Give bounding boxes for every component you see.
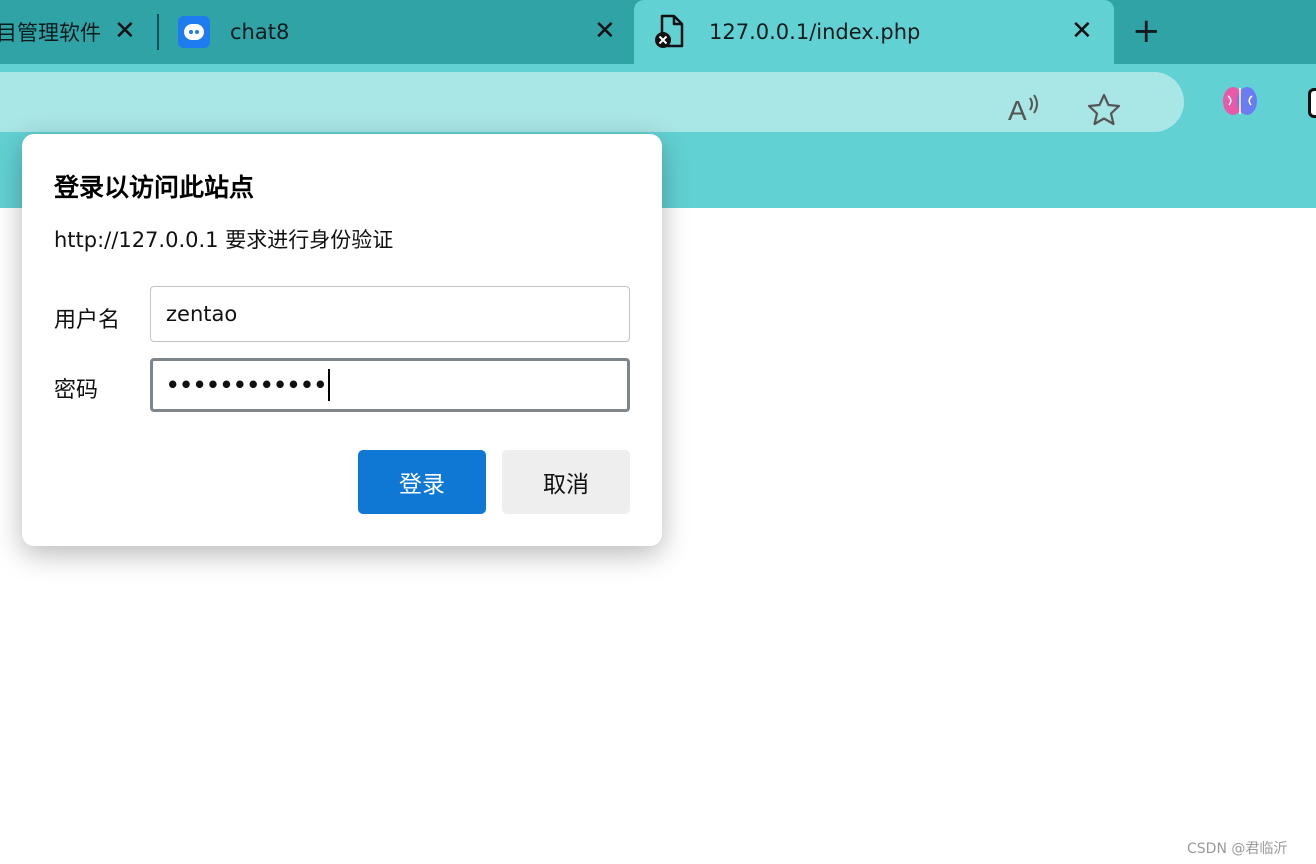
extension-icon[interactable] (1308, 88, 1316, 118)
brain-extension-icon[interactable] (1222, 84, 1258, 118)
tab-chat8[interactable]: chat8 ✕ (160, 0, 630, 64)
password-label: 密码 (54, 378, 99, 403)
username-label: 用户名 (54, 308, 121, 333)
password-mask: •••••••••••• (166, 373, 328, 397)
dialog-message: http://127.0.0.1 要求进行身份验证 (54, 228, 394, 252)
plus-icon[interactable]: + (1132, 14, 1161, 48)
tab-index-php-active[interactable]: 127.0.0.1/index.php ✕ (634, 0, 1114, 64)
close-icon[interactable]: ✕ (1071, 18, 1093, 44)
login-button[interactable]: 登录 (358, 450, 486, 514)
tab-label: 目管理软件 (0, 21, 100, 45)
tab-strip: 目管理软件 ✕ chat8 ✕ 127.0.0.1/index.php ✕ + (0, 0, 1316, 64)
chat-bubble-icon (178, 16, 210, 48)
watermark: CSDN @君临沂 (1187, 841, 1288, 857)
close-icon[interactable]: ✕ (594, 18, 616, 44)
password-field[interactable]: •••••••••••• (150, 358, 630, 412)
tab-label: chat8 (230, 20, 290, 44)
tab-label: 127.0.0.1/index.php (709, 20, 921, 44)
username-field[interactable]: zentao (150, 286, 630, 342)
tab-project-management[interactable]: 目管理软件 ✕ (0, 0, 150, 64)
file-error-icon (655, 14, 684, 48)
read-aloud-icon[interactable]: A (1008, 92, 1044, 124)
favorite-star-icon[interactable] (1086, 92, 1122, 128)
dialog-title: 登录以访问此站点 (54, 173, 255, 202)
tab-divider (157, 14, 159, 50)
auth-dialog: 登录以访问此站点 http://127.0.0.1 要求进行身份验证 用户名 z… (22, 134, 662, 546)
cancel-button[interactable]: 取消 (502, 450, 630, 514)
svg-text:A: A (1008, 95, 1027, 124)
close-icon[interactable]: ✕ (114, 18, 136, 44)
text-caret (328, 369, 331, 401)
address-bar[interactable]: A (0, 72, 1184, 132)
username-value: zentao (166, 302, 238, 326)
